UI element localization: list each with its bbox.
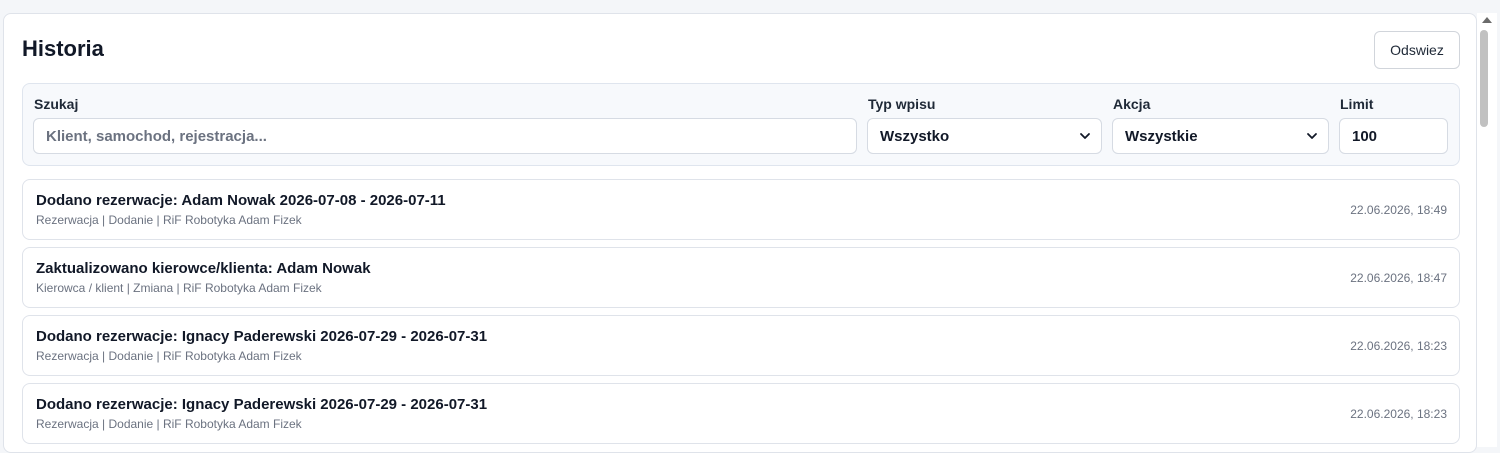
history-card: Historia Odswiez Szukaj Klient, samochod…: [3, 13, 1477, 453]
scrollbar-thumb[interactable]: [1480, 30, 1488, 127]
entry-title: Dodano rezerwacje: Ignacy Paderewski 202…: [36, 396, 488, 413]
search-label: Szukaj: [34, 96, 79, 112]
entry-timestamp: 22.06.2026, 18:23: [1350, 339, 1447, 353]
chevron-down-icon: [1080, 133, 1090, 139]
limit-input[interactable]: 100: [1339, 118, 1448, 154]
action-select[interactable]: Wszystkie: [1112, 118, 1329, 154]
entry-title: Dodano rezerwacje: Adam Nowak 2026-07-08…: [36, 192, 446, 209]
history-entry[interactable]: Dodano rezerwacje: Ignacy Paderewski 202…: [22, 315, 1460, 376]
history-page: Historia Odswiez Szukaj Klient, samochod…: [0, 0, 1500, 453]
chevron-down-icon: [1307, 133, 1317, 139]
entry-meta: Kierowca / klient | Zmiana | RiF Robotyk…: [36, 281, 322, 295]
page-title: Historia: [22, 36, 104, 61]
entry-type-label: Typ wpisu: [868, 96, 936, 112]
search-input[interactable]: Klient, samochod, rejestracja...: [33, 118, 857, 154]
filters-panel: Szukaj Klient, samochod, rejestracja... …: [22, 83, 1460, 166]
entry-meta: Rezerwacja | Dodanie | RiF Robotyka Adam…: [36, 213, 302, 227]
entry-type-value: Wszystko: [880, 127, 950, 145]
action-value: Wszystkie: [1125, 127, 1198, 145]
refresh-button[interactable]: Odswiez: [1374, 31, 1460, 69]
action-label: Akcja: [1113, 96, 1151, 112]
entry-type-select[interactable]: Wszystko: [867, 118, 1102, 154]
history-entry[interactable]: Zaktualizowano kierowce/klienta: Adam No…: [22, 247, 1460, 308]
entry-meta: Rezerwacja | Dodanie | RiF Robotyka Adam…: [36, 349, 302, 363]
entry-title: Dodano rezerwacje: Ignacy Paderewski 202…: [36, 328, 488, 345]
entry-meta: Rezerwacja | Dodanie | RiF Robotyka Adam…: [36, 417, 302, 431]
entry-timestamp: 22.06.2026, 18:47: [1350, 271, 1447, 285]
history-entry[interactable]: Dodano rezerwacje: Adam Nowak 2026-07-08…: [22, 179, 1460, 240]
scroll-up-arrow-icon[interactable]: [1482, 17, 1492, 23]
entry-timestamp: 22.06.2026, 18:49: [1350, 203, 1447, 217]
entry-title: Zaktualizowano kierowce/klienta: Adam No…: [36, 260, 371, 277]
entry-timestamp: 22.06.2026, 18:23: [1350, 407, 1447, 421]
limit-label: Limit: [1340, 96, 1374, 112]
vertical-scrollbar[interactable]: [1477, 13, 1497, 447]
history-entry[interactable]: Dodano rezerwacje: Ignacy Paderewski 202…: [22, 383, 1460, 444]
